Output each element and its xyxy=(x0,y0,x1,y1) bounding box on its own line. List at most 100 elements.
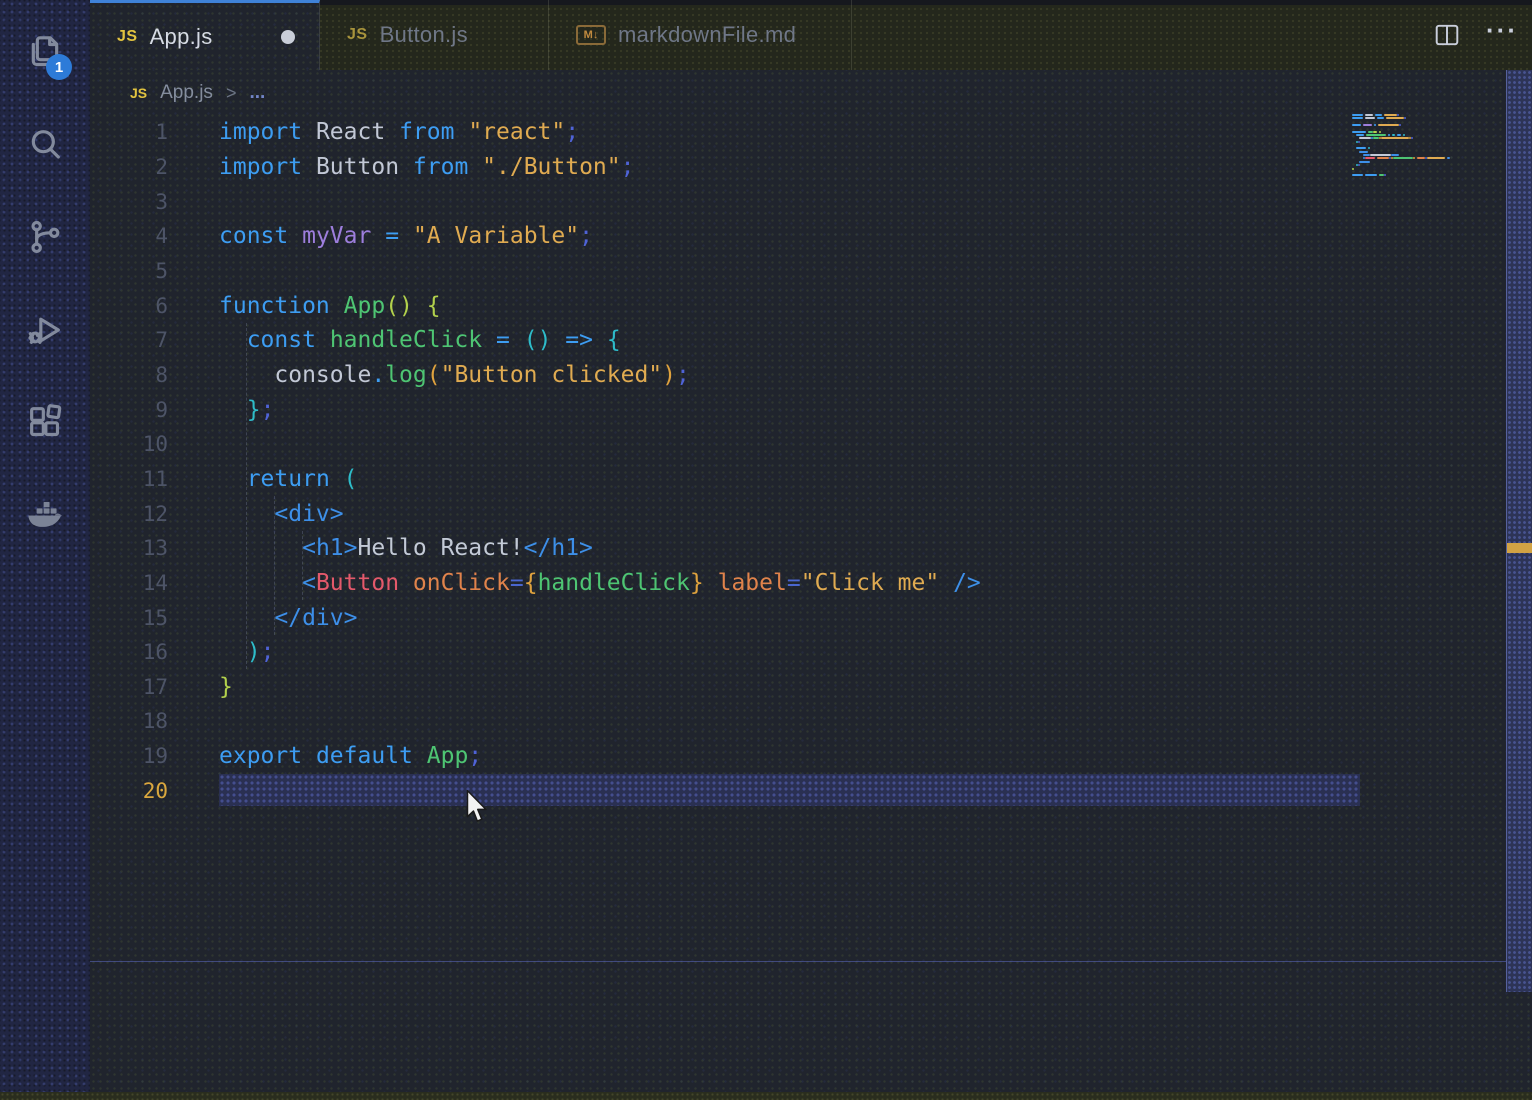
minimap-line xyxy=(1352,134,1464,136)
js-file-icon: JS xyxy=(130,85,147,101)
line-number[interactable]: 13 xyxy=(90,536,168,560)
minimap[interactable] xyxy=(1352,114,1464,181)
tab-label: App.js xyxy=(150,24,213,50)
tab-markdownfile-md[interactable]: M↓ markdownFile.md xyxy=(549,0,852,70)
code-line[interactable]: const myVar = "A Variable"; xyxy=(219,223,593,249)
code-line[interactable]: <div> xyxy=(219,501,344,527)
source-control-icon[interactable] xyxy=(23,215,67,259)
code-row[interactable]: 13 <h1>Hello React!</h1> xyxy=(90,531,1532,566)
breadcrumb-symbol[interactable]: ... xyxy=(249,82,265,104)
code-row[interactable]: 7 const handleClick = () => { xyxy=(90,323,1532,358)
split-editor-icon[interactable] xyxy=(1434,23,1460,47)
code-line[interactable]: import React from "react"; xyxy=(219,119,579,145)
line-number[interactable]: 7 xyxy=(90,328,168,352)
explorer-badge: 1 xyxy=(46,54,72,80)
code-line[interactable]: <Button onClick={handleClick} label="Cli… xyxy=(219,570,981,596)
minimap-line xyxy=(1352,178,1464,180)
line-number[interactable]: 8 xyxy=(90,363,168,387)
code-row[interactable]: 5 xyxy=(90,254,1532,289)
minimap-line xyxy=(1352,157,1464,159)
code-row[interactable]: 19 export default App; xyxy=(90,739,1532,774)
scrollbar[interactable] xyxy=(1506,70,1532,992)
line-number[interactable]: 2 xyxy=(90,155,168,179)
code-line[interactable]: return ( xyxy=(219,466,358,492)
tab-bar: JS App.js JS Button.js M↓ markdownFile.m… xyxy=(90,0,1532,70)
code-row[interactable]: 14 <Button onClick={handleClick} label="… xyxy=(90,566,1532,601)
breadcrumb-file[interactable]: App.js xyxy=(160,82,213,104)
code-line[interactable]: export default App; xyxy=(219,743,482,769)
chevron-right-icon: > xyxy=(226,83,237,104)
minimap-line xyxy=(1352,124,1464,126)
line-number[interactable]: 6 xyxy=(90,294,168,318)
modified-dot-icon[interactable] xyxy=(281,30,295,44)
code-row[interactable]: 4 const myVar = "A Variable"; xyxy=(90,219,1532,254)
line-number[interactable]: 11 xyxy=(90,467,168,491)
code-row[interactable]: 18 xyxy=(90,704,1532,739)
line-number[interactable]: 5 xyxy=(90,259,168,283)
indent-guide xyxy=(274,496,275,635)
code-line[interactable]: const handleClick = () => { xyxy=(219,327,621,353)
js-file-icon: JS xyxy=(117,28,138,46)
code-line[interactable]: function App() { xyxy=(219,293,441,319)
docker-icon[interactable] xyxy=(23,493,67,537)
line-number[interactable]: 10 xyxy=(90,432,168,456)
js-file-icon: JS xyxy=(347,26,368,44)
code-row[interactable]: 12 <div> xyxy=(90,496,1532,531)
code-row[interactable]: 20 xyxy=(90,773,1532,808)
line-number[interactable]: 16 xyxy=(90,640,168,664)
code-row[interactable]: 9 }; xyxy=(90,392,1532,427)
vscode-window: 1 xyxy=(0,0,1532,1100)
line-number[interactable]: 4 xyxy=(90,224,168,248)
line-number[interactable]: 14 xyxy=(90,571,168,595)
minimap-line xyxy=(1352,137,1464,139)
tab-button-js[interactable]: JS Button.js xyxy=(320,0,549,70)
minimap-line xyxy=(1352,154,1464,156)
minimap-line xyxy=(1352,131,1464,133)
code-row[interactable]: 1 import React from "react"; xyxy=(90,115,1532,150)
line-number[interactable]: 17 xyxy=(90,675,168,699)
code-lines[interactable]: 1 import React from "react"; 2 import Butto… xyxy=(90,115,1532,808)
code-row[interactable]: 17} xyxy=(90,670,1532,705)
tab-label: Button.js xyxy=(380,22,468,48)
code-row[interactable]: 8 console.log("Button clicked"); xyxy=(90,358,1532,393)
minimap-line xyxy=(1352,168,1464,170)
line-number[interactable]: 20 xyxy=(90,779,168,803)
code-row[interactable]: 11 return ( xyxy=(90,462,1532,497)
line-number[interactable]: 9 xyxy=(90,398,168,422)
code-row[interactable]: 10 xyxy=(90,427,1532,462)
code-line[interactable]: } xyxy=(219,674,233,700)
line-number[interactable]: 12 xyxy=(90,502,168,526)
indent-guide xyxy=(246,323,247,669)
minimap-line xyxy=(1352,164,1464,166)
code-row[interactable]: 15 </div> xyxy=(90,600,1532,635)
minimap-line xyxy=(1352,151,1464,153)
extensions-icon[interactable] xyxy=(23,400,67,444)
more-actions-icon[interactable]: ··· xyxy=(1486,30,1518,40)
code-row[interactable]: 2 import Button from "./Button"; xyxy=(90,150,1532,185)
code-row[interactable]: 16 ); xyxy=(90,635,1532,670)
line-number[interactable]: 1 xyxy=(90,120,168,144)
breadcrumb[interactable]: JS App.js > ... xyxy=(90,70,1532,116)
line-number[interactable]: 18 xyxy=(90,709,168,733)
minimap-line xyxy=(1352,141,1464,143)
code-line[interactable]: console.log("Button clicked"); xyxy=(219,362,690,388)
search-icon[interactable] xyxy=(23,123,67,167)
code-row[interactable]: 3 xyxy=(90,184,1532,219)
line-number[interactable]: 19 xyxy=(90,744,168,768)
tabs: JS App.js JS Button.js M↓ markdownFile.m… xyxy=(90,0,852,70)
minimap-line xyxy=(1352,117,1464,119)
line-number[interactable]: 15 xyxy=(90,606,168,630)
indent-guide xyxy=(302,531,303,600)
line-number[interactable]: 3 xyxy=(90,190,168,214)
minimap-line xyxy=(1352,144,1464,146)
code-line[interactable]: <h1>Hello React!</h1> xyxy=(219,535,593,561)
tab-app-js[interactable]: JS App.js xyxy=(90,0,320,70)
minimap-line xyxy=(1352,114,1464,116)
code-line[interactable]: import Button from "./Button"; xyxy=(219,154,635,180)
run-debug-icon[interactable] xyxy=(23,308,67,352)
minimap-line xyxy=(1352,127,1464,129)
code-line[interactable]: </div> xyxy=(219,605,357,631)
markdown-file-icon: M↓ xyxy=(576,25,606,45)
code-row[interactable]: 6 function App() { xyxy=(90,288,1532,323)
minimap-line xyxy=(1352,171,1464,173)
